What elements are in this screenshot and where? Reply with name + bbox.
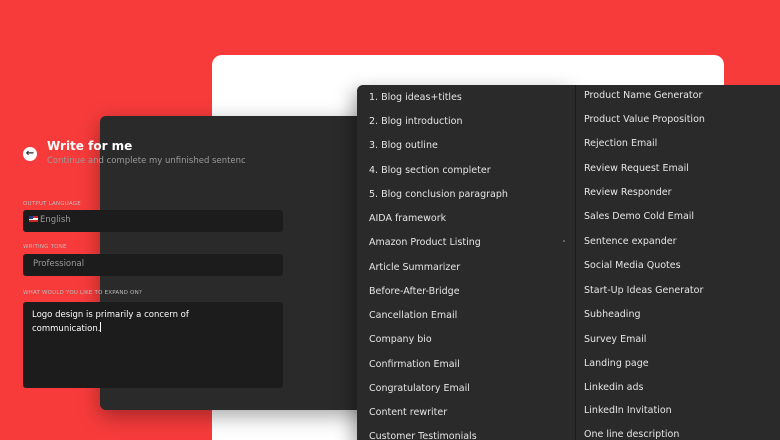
menu-item[interactable]: 4. Blog section completer xyxy=(369,165,491,177)
menu-item[interactable]: 5. Blog conclusion paragraph xyxy=(369,189,508,201)
menu-item[interactable]: Landing page xyxy=(584,358,649,370)
menu-item[interactable]: Linkedin ads xyxy=(584,382,643,394)
menu-item[interactable]: Product Value Proposition xyxy=(584,114,705,126)
menu-item[interactable]: Customer Testimonials xyxy=(369,431,477,440)
writing-tone-select[interactable]: Professional xyxy=(23,254,283,276)
menu-item[interactable]: Congratulatory Email xyxy=(369,383,470,395)
menu-item[interactable]: Review Request Email xyxy=(584,163,689,175)
template-menu-left: 1. Blog ideas+titles 2. Blog introductio… xyxy=(357,85,576,440)
menu-item[interactable]: 2. Blog introduction xyxy=(369,116,462,128)
template-menu-right: Product Name Generator Product Value Pro… xyxy=(575,85,780,440)
writing-tone-value: Professional xyxy=(33,259,85,269)
expand-text: Logo design is primarily a concern of co… xyxy=(32,310,189,334)
menu-item[interactable]: Before-After-Bridge xyxy=(369,286,460,298)
menu-item[interactable]: Rejection Email xyxy=(584,138,657,150)
menu-item[interactable]: Start-Up Ideas Generator xyxy=(584,285,703,297)
arrow-left-icon: ← xyxy=(25,148,35,159)
us-flag-icon xyxy=(29,216,38,222)
menu-item[interactable]: Cancellation Email xyxy=(369,310,457,322)
scroll-dot xyxy=(563,240,565,242)
text-caret xyxy=(100,322,102,332)
menu-item[interactable]: Article Summarizer xyxy=(369,262,460,274)
menu-item[interactable]: Review Responder xyxy=(584,187,672,199)
menu-item[interactable]: Content rewriter xyxy=(369,407,447,419)
menu-item[interactable]: 1. Blog ideas+titles xyxy=(369,92,462,104)
menu-item[interactable]: Company bio xyxy=(369,334,432,346)
menu-item[interactable]: Confirmation Email xyxy=(369,359,460,371)
menu-item[interactable]: 3. Blog outline xyxy=(369,140,438,152)
menu-item[interactable]: Subheading xyxy=(584,309,641,321)
back-button[interactable]: ← xyxy=(23,147,37,161)
menu-item[interactable]: Sentence expander xyxy=(584,236,677,248)
menu-item[interactable]: One line description xyxy=(584,429,679,440)
writing-tone-label: WRITING TONE xyxy=(23,244,67,250)
output-language-label: OUTPUT LANGUAGE xyxy=(23,201,81,207)
menu-item[interactable]: Sales Demo Cold Email xyxy=(584,211,694,223)
panel-title: Write for me xyxy=(47,139,133,153)
menu-item[interactable]: Survey Email xyxy=(584,334,646,346)
panel-subtitle: Continue and complete my unfinished sent… xyxy=(47,156,246,166)
expand-textarea[interactable]: Logo design is primarily a concern of co… xyxy=(23,302,283,388)
output-language-select[interactable]: English xyxy=(23,210,283,232)
menu-item[interactable]: Social Media Quotes xyxy=(584,260,681,272)
output-language-value: English xyxy=(40,215,71,225)
expand-label: WHAT WOULD YOU LIKE TO EXPAND ON? xyxy=(23,290,143,296)
menu-item[interactable]: Product Name Generator xyxy=(584,90,702,102)
menu-item[interactable]: AIDA framework xyxy=(369,213,446,225)
menu-item[interactable]: Amazon Product Listing xyxy=(369,237,481,249)
menu-item[interactable]: LinkedIn Invitation xyxy=(584,405,672,417)
